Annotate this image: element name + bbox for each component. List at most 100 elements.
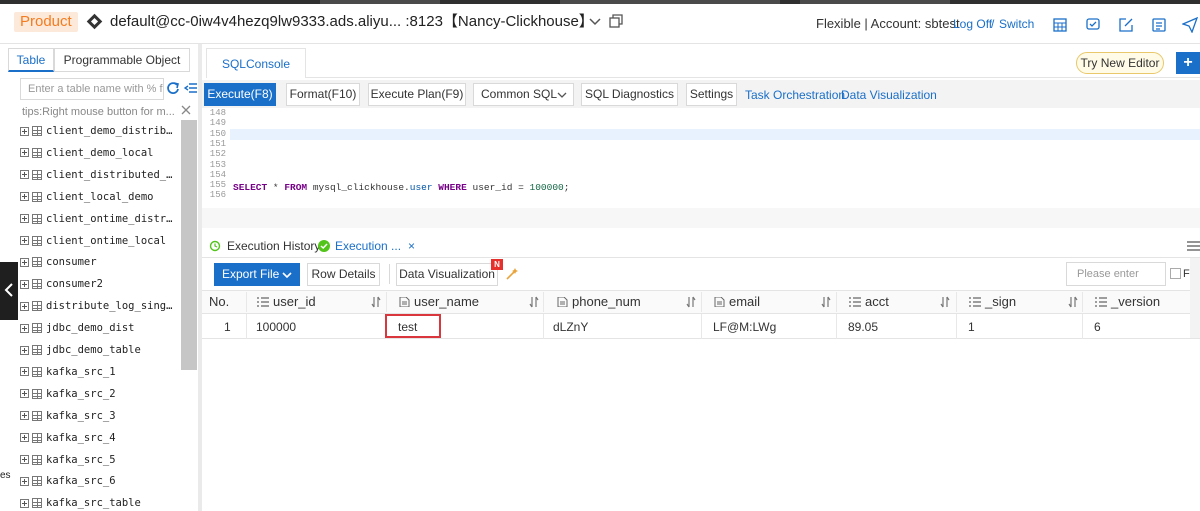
filter-input[interactable]: Please enter (1066, 262, 1166, 286)
new-tab-button[interactable]: + (1176, 52, 1200, 74)
expand-icon[interactable] (20, 236, 29, 245)
magic-wand-icon[interactable] (505, 267, 519, 281)
task-orchestration-link[interactable]: Task Orchestration (745, 88, 845, 102)
table-cell[interactable]: LF@M:LWg (713, 320, 776, 334)
table-cell[interactable]: dLZnY (553, 320, 588, 334)
document-list-icon[interactable] (1151, 17, 1167, 33)
sort-icon[interactable] (529, 296, 539, 308)
table-tree-item[interactable]: client_ontime_local (20, 230, 166, 252)
expand-icon[interactable] (20, 279, 29, 289)
switch-link[interactable]: Switch (999, 17, 1034, 31)
table-cell[interactable]: 6 (1094, 320, 1101, 334)
data-visualization-link[interactable]: Data Visualization (841, 88, 937, 102)
tab-programmable-object[interactable]: Programmable Object (54, 48, 190, 72)
menu-icon[interactable] (1186, 240, 1200, 252)
refresh-icon[interactable] (166, 80, 180, 96)
sql-statement[interactable]: SELECT * FROM mysql_clickhouse.user WHER… (233, 182, 569, 193)
table-cell[interactable]: 1 (968, 320, 975, 334)
expand-icon[interactable] (20, 257, 29, 267)
result-scrollbar[interactable] (1190, 258, 1200, 338)
log-off-link[interactable]: Log Off (953, 17, 992, 31)
column-header[interactable]: No. (209, 294, 229, 309)
message-icon[interactable] (1085, 17, 1101, 33)
tab-execution[interactable]: Execution ... (335, 239, 401, 253)
common-sql-dropdown[interactable]: Common SQL (473, 83, 574, 106)
expand-icon[interactable] (20, 301, 29, 311)
close-tab-button[interactable]: × (408, 239, 415, 253)
sql-diagnostics-button[interactable]: SQL Diagnostics (581, 83, 678, 106)
column-divider[interactable] (701, 292, 702, 312)
calculator-icon[interactable] (1052, 17, 1068, 33)
left-scrollbar[interactable] (181, 120, 197, 370)
column-header[interactable]: user_name (398, 294, 479, 309)
copy-icon[interactable] (608, 13, 624, 29)
data-visualization-button[interactable]: Data Visualization (396, 263, 498, 286)
column-divider[interactable] (246, 292, 247, 312)
column-divider[interactable] (543, 292, 544, 312)
expand-icon[interactable] (20, 170, 29, 180)
product-menu[interactable]: Product (14, 12, 78, 32)
expand-icon[interactable] (20, 148, 29, 158)
column-divider[interactable] (956, 292, 957, 312)
column-divider[interactable] (1082, 292, 1083, 312)
collapse-list-icon[interactable] (184, 80, 198, 96)
table-tree-item[interactable]: kafka_src_2 (20, 383, 116, 405)
expand-icon[interactable] (20, 455, 29, 464)
table-tree-item[interactable]: kafka_src_1 (20, 361, 116, 383)
column-divider[interactable] (836, 292, 837, 312)
column-header[interactable]: email (713, 294, 760, 309)
expand-icon[interactable] (20, 323, 29, 333)
sort-icon[interactable] (686, 296, 696, 308)
try-new-editor-button[interactable]: Try New Editor (1076, 52, 1164, 74)
sort-icon[interactable] (940, 296, 950, 308)
table-tree-item[interactable]: kafka_src_5 (20, 449, 116, 471)
table-tree-item[interactable]: jdbc_demo_table (20, 339, 141, 361)
table-search-input[interactable] (20, 78, 164, 100)
tab-execution-history[interactable]: Execution History (227, 239, 320, 253)
table-tree-item[interactable]: kafka_src_table (20, 492, 141, 511)
expand-icon[interactable] (20, 214, 29, 224)
sort-icon[interactable] (821, 296, 831, 308)
execute-button[interactable]: Execute(F8) (204, 83, 276, 106)
chevron-down-icon[interactable] (588, 14, 602, 28)
column-divider[interactable] (386, 292, 387, 312)
expand-icon[interactable] (20, 476, 29, 486)
table-cell[interactable]: 89.05 (848, 320, 878, 334)
expand-icon[interactable] (20, 411, 29, 421)
table-tree-item[interactable]: client_demo_distributed (20, 120, 178, 142)
table-cell[interactable]: 1 (224, 320, 231, 334)
expand-icon[interactable] (20, 367, 29, 377)
export-file-button[interactable]: Export File (214, 263, 300, 286)
expand-icon[interactable] (20, 389, 29, 399)
column-header[interactable]: user_id (257, 294, 316, 309)
tab-table[interactable]: Table (8, 48, 54, 72)
table-tree-item[interactable]: consumer (20, 251, 97, 273)
table-tree-item[interactable]: client_ontime_distrib… (20, 208, 178, 230)
table-cell[interactable]: 100000 (256, 320, 296, 334)
column-header[interactable]: _version (1095, 294, 1160, 309)
table-tree-item[interactable]: distribute_log_single… (20, 295, 178, 317)
table-tree-item[interactable]: kafka_src_6 (20, 470, 116, 492)
expand-icon[interactable] (20, 192, 29, 202)
table-tree-item[interactable]: client_local_demo (20, 186, 153, 208)
filter-checkbox[interactable] (1170, 268, 1181, 279)
expand-icon[interactable] (20, 345, 29, 355)
column-header[interactable]: phone_num (556, 294, 641, 309)
table-tree-item[interactable]: client_distributed_on… (20, 164, 178, 186)
expand-icon[interactable] (20, 433, 29, 443)
expand-icon[interactable] (20, 126, 29, 136)
settings-button[interactable]: Settings (686, 83, 737, 106)
table-tree-item[interactable]: kafka_src_4 (20, 427, 116, 449)
sort-icon[interactable] (371, 296, 381, 308)
send-icon[interactable] (1182, 17, 1198, 33)
row-details-button[interactable]: Row Details (307, 263, 380, 286)
edit-external-icon[interactable] (1118, 17, 1134, 33)
chevron-left-icon[interactable] (4, 282, 14, 298)
execute-plan-button[interactable]: Execute Plan(F9) (368, 83, 466, 106)
sort-icon[interactable] (1068, 296, 1078, 308)
table-tree-item[interactable]: client_demo_local (20, 142, 153, 164)
format-button[interactable]: Format(F10) (286, 83, 360, 106)
table-tree-item[interactable]: consumer2 (20, 273, 103, 295)
table-tree-item[interactable]: kafka_src_3 (20, 405, 116, 427)
table-tree-item[interactable]: jdbc_demo_dist (20, 317, 135, 339)
